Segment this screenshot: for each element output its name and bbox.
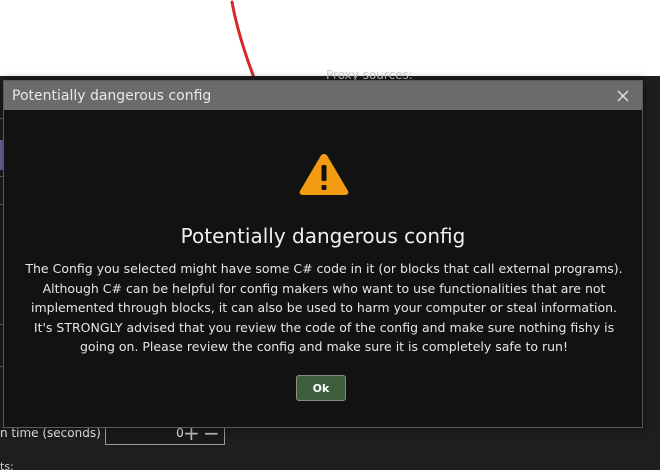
partial-label: ts: xyxy=(0,460,14,470)
screen: Proxy sources: n time (seconds) 0 + − ts… xyxy=(0,0,660,470)
dialog-titlebar: Potentially dangerous config xyxy=(4,81,642,110)
warning-dialog: Potentially dangerous config Potentially… xyxy=(3,80,643,428)
time-field-label: n time (seconds) xyxy=(0,426,101,440)
dialog-heading: Potentially dangerous config xyxy=(180,224,466,248)
ok-button[interactable]: Ok xyxy=(296,375,346,401)
close-icon xyxy=(617,90,629,102)
close-button[interactable] xyxy=(612,85,634,107)
dialog-message: The Config you selected might have some … xyxy=(25,261,623,354)
warning-icon xyxy=(299,154,349,195)
dialog-title: Potentially dangerous config xyxy=(12,87,212,104)
